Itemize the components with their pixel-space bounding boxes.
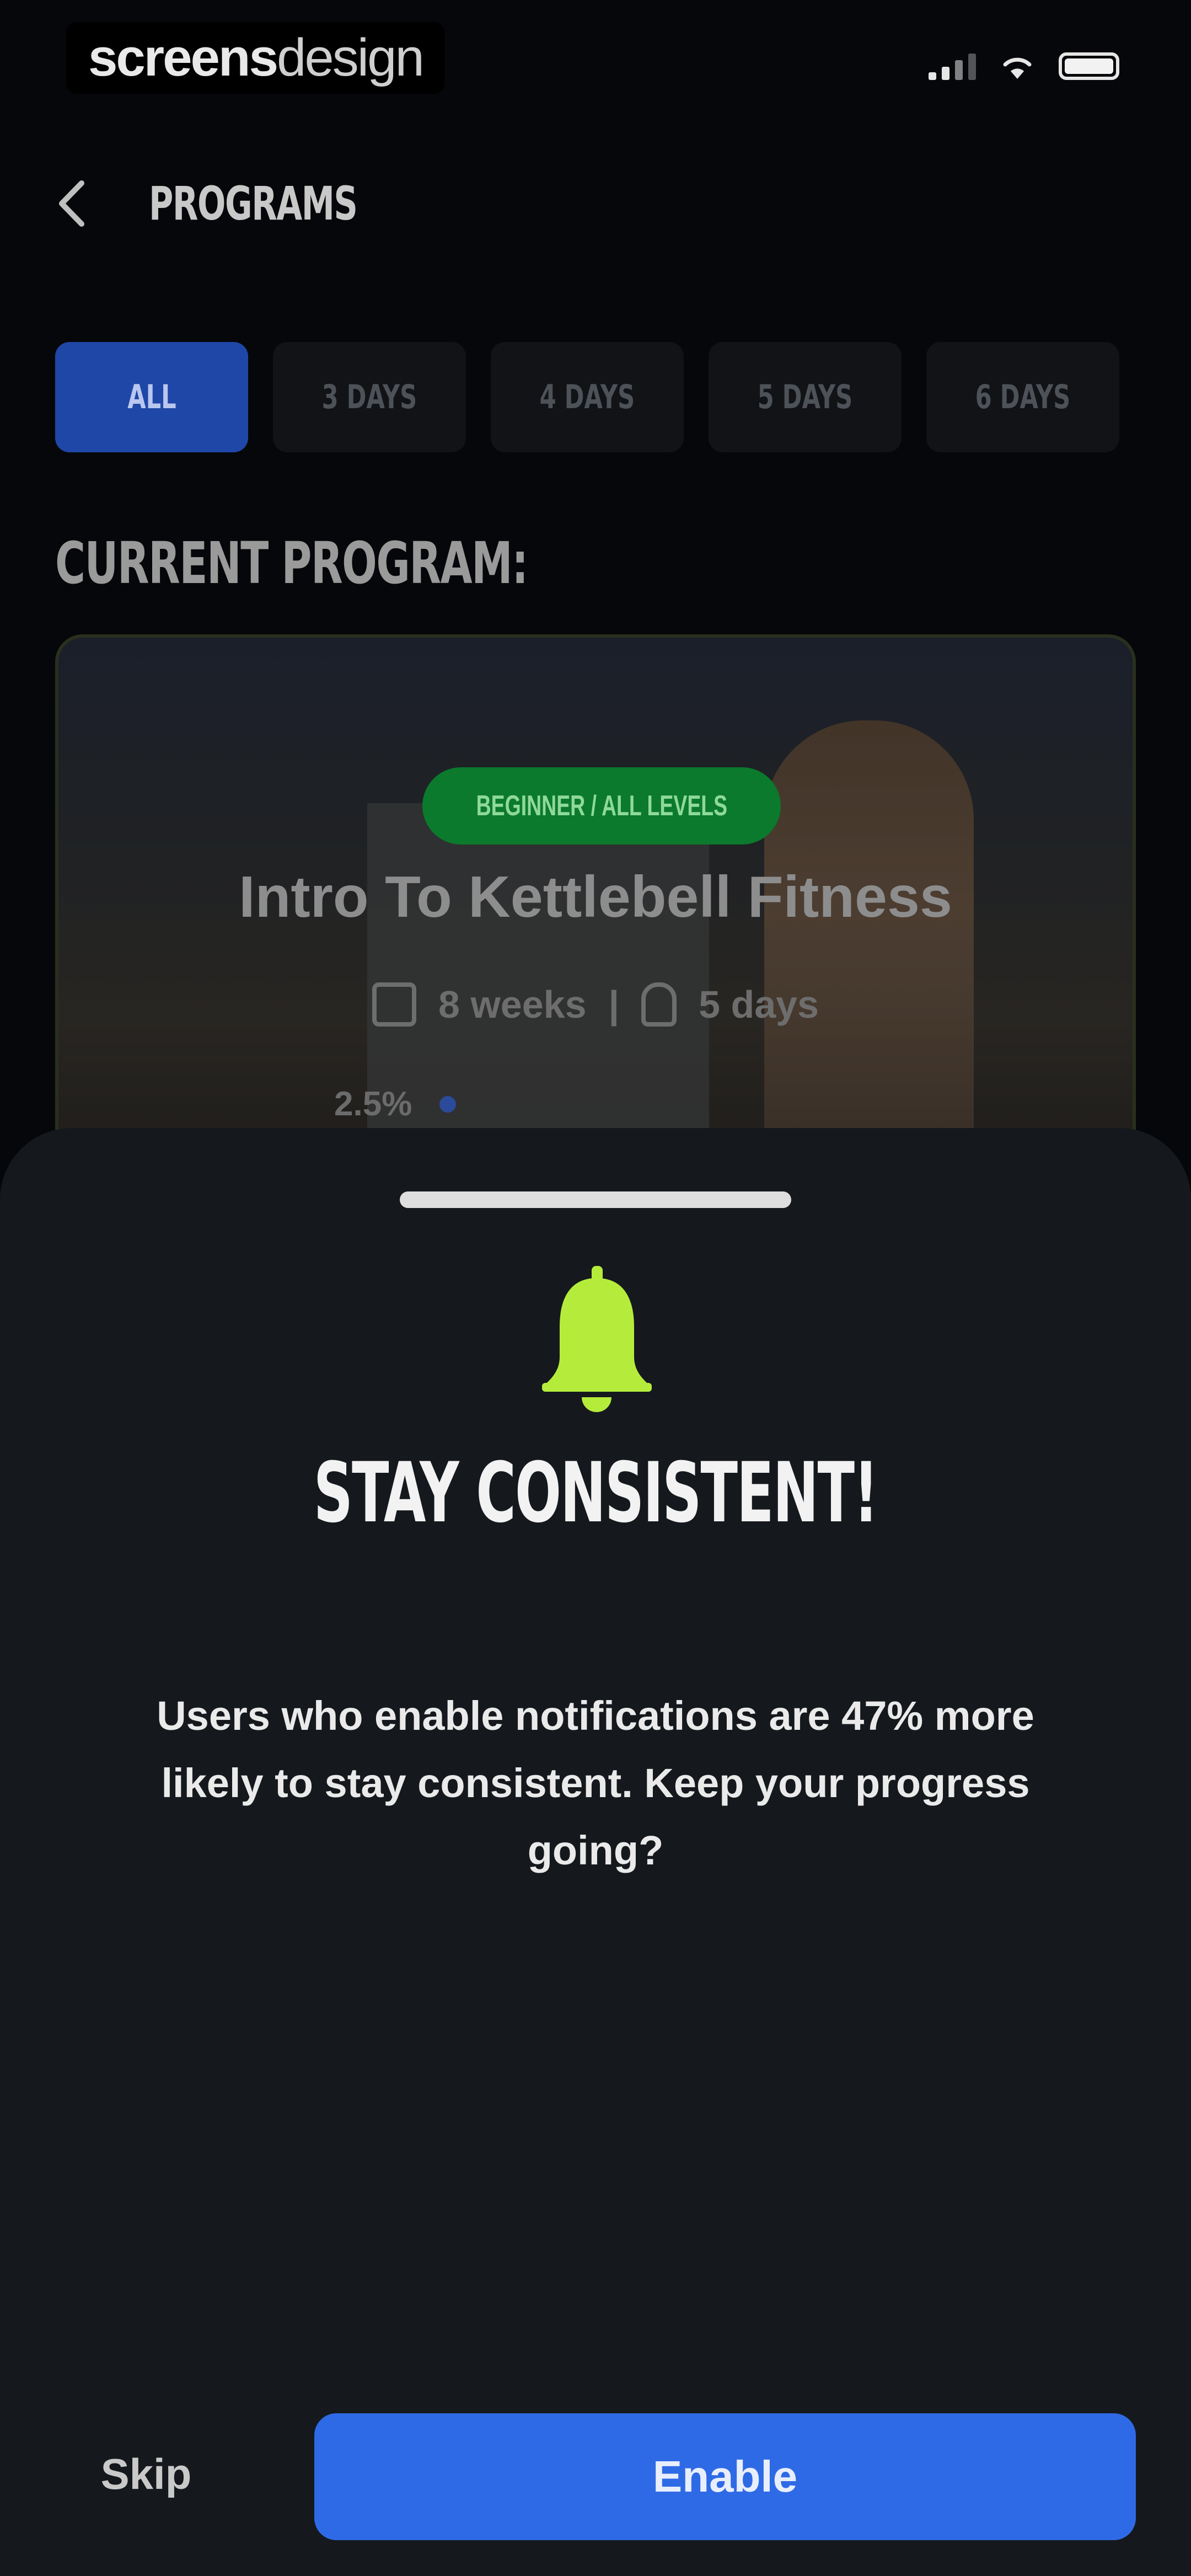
- current-program-label: CURRENT PROGRAM:: [55, 530, 528, 597]
- program-card[interactable]: BEGINNER / ALL LEVELS Intro To Kettlebel…: [55, 634, 1136, 1186]
- status-icons: [929, 52, 1119, 80]
- program-days: 5 days: [699, 983, 819, 1026]
- filter-chip-4-days[interactable]: 4 DAYS: [491, 342, 684, 452]
- program-weeks: 8 weeks: [438, 983, 587, 1026]
- status-bar: screens design: [0, 0, 1191, 110]
- filter-chip-label: 6 DAYS: [975, 378, 1071, 416]
- sheet-drag-handle[interactable]: [400, 1191, 791, 1208]
- programs-screen: screens design PROGRAMS ALL 3 DAYS 4 DAYS…: [0, 0, 1191, 2576]
- battery-icon: [1059, 52, 1119, 80]
- day-filter-tabs: ALL 3 DAYS 4 DAYS 5 DAYS 6 DAYS: [55, 342, 1119, 452]
- filter-chip-6-days[interactable]: 6 DAYS: [926, 342, 1119, 452]
- meta-separator: |: [608, 983, 620, 1026]
- progress-percent: 2.5%: [334, 1085, 412, 1123]
- sheet-title: STAY CONSISTENT!: [313, 1445, 879, 1541]
- program-title: Intro To Kettlebell Fitness: [239, 864, 952, 929]
- brand-bold-text: screens: [88, 28, 278, 87]
- program-meta: 8 weeks | 5 days: [58, 982, 1133, 1027]
- program-progress: 2.5%: [334, 1084, 457, 1124]
- level-badge: BEGINNER / ALL LEVELS: [422, 767, 781, 845]
- notification-bottom-sheet: STAY CONSISTENT! Users who enable notifi…: [0, 1128, 1191, 2576]
- enable-notifications-button[interactable]: Enable: [314, 2413, 1136, 2540]
- cellular-signal-icon: [929, 52, 976, 80]
- brand-light-text: design: [276, 28, 425, 87]
- filter-chip-label: ALL: [127, 378, 176, 416]
- filter-chip-5-days[interactable]: 5 DAYS: [709, 342, 902, 452]
- filter-chip-label: 5 DAYS: [757, 378, 853, 416]
- filter-chip-label: 4 DAYS: [539, 378, 635, 416]
- page-title: PROGRAMS: [149, 177, 358, 231]
- calendar-icon: [372, 982, 416, 1027]
- brand-watermark: screens design: [66, 22, 445, 94]
- wifi-icon: [1003, 57, 1032, 79]
- sheet-description: Users who enable notifications are 47% m…: [157, 1693, 1034, 1873]
- level-badge-label: BEGINNER / ALL LEVELS: [476, 790, 727, 822]
- filter-chip-all[interactable]: ALL: [55, 342, 248, 452]
- progress-indicator: [439, 1095, 457, 1113]
- filter-chip-label: 3 DAYS: [321, 378, 417, 416]
- skip-button[interactable]: Skip: [55, 2419, 237, 2529]
- bell-icon: [542, 1266, 652, 1412]
- filter-chip-3-days[interactable]: 3 DAYS: [273, 342, 466, 452]
- nav-bar: PROGRAMS: [55, 177, 438, 231]
- back-chevron-icon[interactable]: [55, 179, 88, 228]
- kettlebell-icon: [641, 982, 677, 1027]
